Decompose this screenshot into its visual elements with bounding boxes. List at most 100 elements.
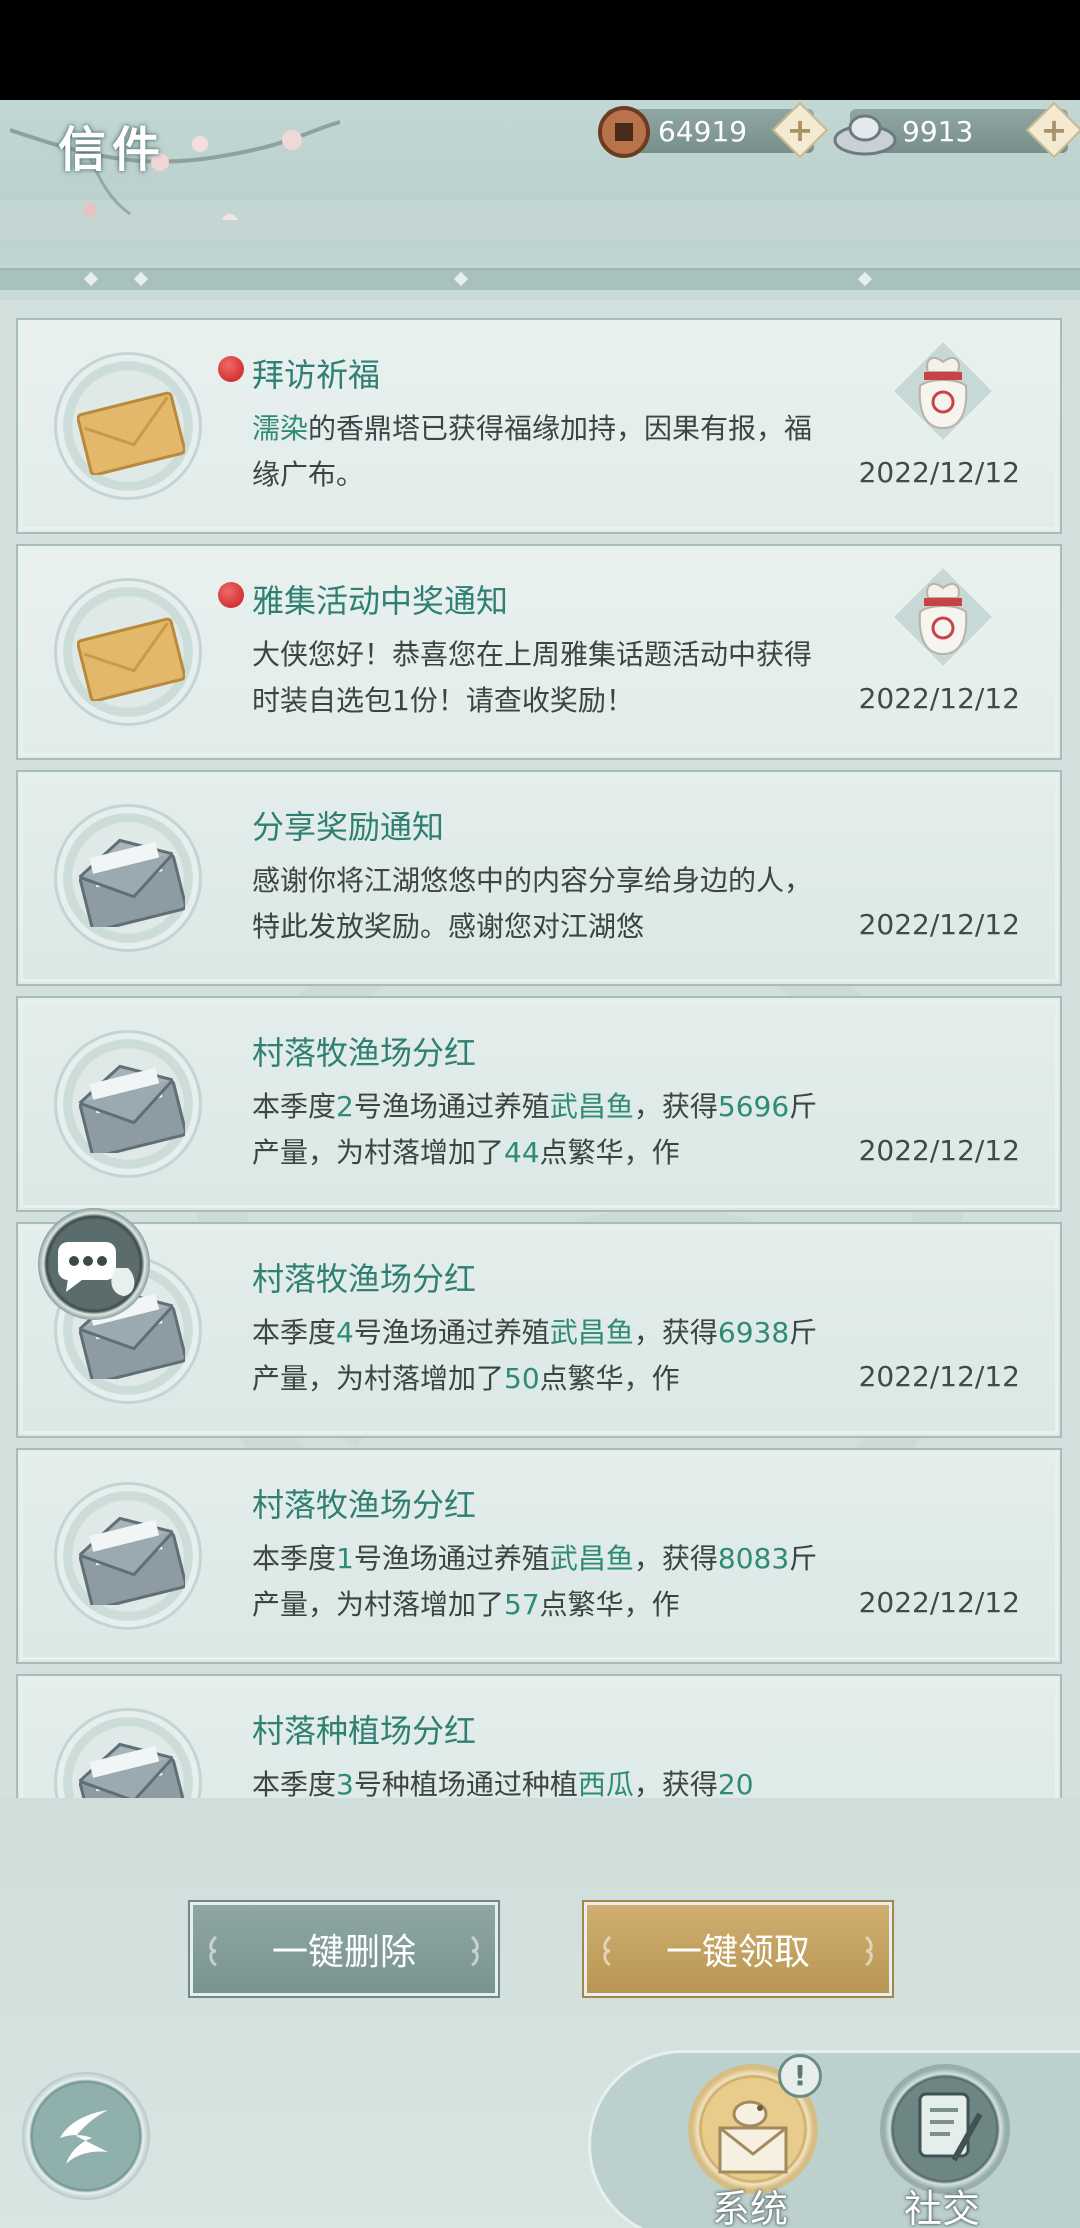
- cloud-ornament: [209, 1935, 218, 1967]
- body-text: ，获得: [633, 1316, 718, 1349]
- body-text: 本季度: [252, 1542, 337, 1575]
- mail-subject: 拜访祈福: [252, 356, 381, 394]
- mail-item[interactable]: 分享奖励通知感谢你将江湖悠悠中的内容分享给身边的人，特此发放奖励。感谢您对江湖悠…: [16, 770, 1062, 986]
- mail-date: 2022/12/12: [858, 1134, 1020, 1167]
- highlighted-text: 57: [504, 1588, 540, 1621]
- highlighted-text: 8083: [717, 1542, 790, 1575]
- highlighted-text: 濡染: [252, 412, 309, 445]
- highlighted-text: 2: [336, 1090, 354, 1123]
- body-text: 号渔场通过养殖: [353, 1542, 550, 1575]
- mail-preview: 大侠您好！恭喜您在上周雅集话题活动中获得时装自选包1份！请查收奖励！: [252, 632, 832, 724]
- mail-date: 2022/12/12: [858, 456, 1020, 489]
- attachment-gift: [888, 336, 998, 446]
- claim-all-label: 一键领取: [665, 1932, 810, 1973]
- system-notification-badge: !: [778, 2054, 822, 2098]
- mail-date: 2022/12/12: [858, 1360, 1020, 1393]
- rail-ornament: [857, 271, 873, 287]
- body-text: ，获得: [633, 1090, 718, 1123]
- body-text: 号渔场通过养殖: [353, 1090, 550, 1123]
- body-text: 号种植场通过种植: [353, 1768, 578, 1798]
- body-text: 点繁华，作: [539, 1588, 680, 1621]
- highlighted-text: 50: [504, 1362, 540, 1395]
- scroll-brush-icon: [918, 2092, 983, 2162]
- sealed-envelope-icon: [77, 391, 185, 475]
- highlighted-text: 武昌鱼: [549, 1316, 634, 1349]
- cloud-ornament: [864, 1935, 873, 1967]
- mail-preview: 本季度4号渔场通过养殖武昌鱼，获得6938斤产量，为村落增加了50点繁华，作: [252, 1310, 832, 1402]
- mail-item[interactable]: 村落种植场分红 本季度3号种植场通过种植西瓜，获得20: [16, 1674, 1062, 1798]
- mail-subject: 村落牧渔场分红: [252, 1486, 477, 1524]
- mail-item[interactable]: 村落牧渔场分红本季度4号渔场通过养殖武昌鱼，获得6938斤产量，为村落增加了50…: [16, 1222, 1062, 1438]
- highlighted-text: 3: [336, 1768, 354, 1798]
- bottom-bar: 一键删除 一键领取 ! 系统 社交: [0, 1798, 1080, 2228]
- cloud-ornament: [470, 1935, 479, 1967]
- chat-float-button[interactable]: [38, 1208, 150, 1320]
- mail-item[interactable]: 拜访祈福濡染的香鼎塔已获得福缘加持，因果有报，福缘广布。 2022/12/12: [16, 318, 1062, 534]
- page-title: 信件: [58, 122, 167, 178]
- mail-preview: 本季度1号渔场通过养殖武昌鱼，获得8083斤产量，为村落增加了57点繁华，作: [252, 1536, 832, 1628]
- highlighted-text: 1: [336, 1542, 354, 1575]
- body-text: 号渔场通过养殖: [353, 1316, 550, 1349]
- attachment-gift: [888, 562, 998, 672]
- highlighted-text: 西瓜: [577, 1768, 634, 1798]
- sealed-envelope: [54, 352, 202, 500]
- highlighted-text: 44: [504, 1136, 540, 1169]
- tab-social-label: 社交: [904, 2187, 981, 2228]
- mail-preview: 感谢你将江湖悠悠中的内容分享给身边的人，特此发放奖励。感谢您对江湖悠: [252, 858, 832, 950]
- highlighted-text: 武昌鱼: [549, 1542, 634, 1575]
- body-text: ，获得: [633, 1542, 718, 1575]
- header-rail: [0, 268, 1080, 290]
- opened-envelope-icon: [78, 1742, 185, 1798]
- mail-preview: 本季度3号种植场通过种植西瓜，获得20: [252, 1762, 832, 1798]
- body-text: ，获得: [633, 1768, 718, 1798]
- tab-system-label: 系统: [712, 2187, 789, 2228]
- opened-envelope-icon: [78, 1516, 185, 1605]
- mail-date: 2022/12/12: [858, 682, 1020, 715]
- body-text: 的香鼎塔已获得福缘加持，因果有报，福缘广布。: [252, 412, 813, 491]
- delete-all-button[interactable]: 一键删除: [190, 1902, 498, 1996]
- mail-subject: 分享奖励通知: [252, 808, 445, 846]
- mail-item[interactable]: 村落牧渔场分红 本季度2号渔场通过养殖武昌鱼，获得5696斤产量，为村落增加了44…: [16, 996, 1062, 1212]
- body-text: 感谢你将江湖悠悠中的内容分享给身边的人，特此发放奖励。感谢您对江湖悠: [252, 864, 813, 943]
- mail-preview: 濡染的香鼎塔已获得福缘加持，因果有报，福缘广布。: [252, 406, 832, 498]
- mail-preview: 本季度2号渔场通过养殖武昌鱼，获得5696斤产量，为村落增加了44点繁华，作: [252, 1084, 832, 1176]
- status-bar: [0, 0, 1080, 100]
- highlighted-text: 20: [717, 1768, 754, 1798]
- highlighted-text: 4: [336, 1316, 354, 1349]
- unread-dot-icon: [218, 582, 244, 608]
- copper-currency: 64919 +: [598, 101, 829, 159]
- mail-item[interactable]: 雅集活动中奖通知 大侠您好！恭喜您在上周雅集话题活动中获得时装自选包1份！请查收奖…: [16, 544, 1062, 760]
- highlighted-text: 6938: [717, 1316, 790, 1349]
- chat-icon: [58, 1242, 135, 1296]
- silver-currency: 9913 +: [833, 101, 1080, 159]
- mail-item[interactable]: 村落牧渔场分红本季度1号渔场通过养殖武昌鱼，获得8083斤产量，为村落增加了57…: [16, 1448, 1062, 1664]
- sealed-envelope: [54, 578, 202, 726]
- opened-envelope: [54, 1708, 202, 1798]
- gift-pouch-icon: [889, 337, 997, 445]
- mail-date: 2022/12/12: [858, 1586, 1020, 1619]
- tab-social[interactable]: [880, 2064, 1010, 2194]
- opened-envelope-icon: [78, 1064, 185, 1153]
- body-text: 本季度: [252, 1316, 337, 1349]
- claim-all-button[interactable]: 一键领取: [584, 1902, 892, 1996]
- delete-all-label: 一键删除: [271, 1932, 416, 1973]
- header: 信件 64919 + 9913 +: [0, 100, 1080, 300]
- unread-dot-icon: [218, 356, 244, 382]
- mail-subject: 村落牧渔场分红: [252, 1260, 477, 1298]
- back-button[interactable]: [22, 2072, 150, 2200]
- body-text: 点繁华，作: [539, 1362, 680, 1395]
- sealed-envelope-icon: [77, 617, 185, 701]
- cloud-ornament: [603, 1935, 612, 1967]
- body-text: 大侠您好！恭喜您在上周雅集话题活动中获得时装自选包1份！请查收奖励！: [252, 638, 813, 717]
- body-text: 本季度: [252, 1768, 337, 1798]
- gift-pouch-icon: [889, 563, 997, 671]
- opened-envelope-icon: [78, 838, 185, 927]
- opened-envelope: [54, 1030, 202, 1178]
- opened-envelope: [54, 804, 202, 952]
- mail-list[interactable]: 拜访祈福 濡染的香鼎塔已获得福缘加持，因果有报，福缘广布。 2022/12/12 雅集…: [0, 318, 1080, 1798]
- rail-ornament: [133, 271, 149, 287]
- opened-envelope: [54, 1482, 202, 1630]
- silver-ingot-icon: [833, 114, 897, 156]
- highlighted-text: 5696: [717, 1090, 790, 1123]
- back-arrow-icon: [60, 2110, 108, 2164]
